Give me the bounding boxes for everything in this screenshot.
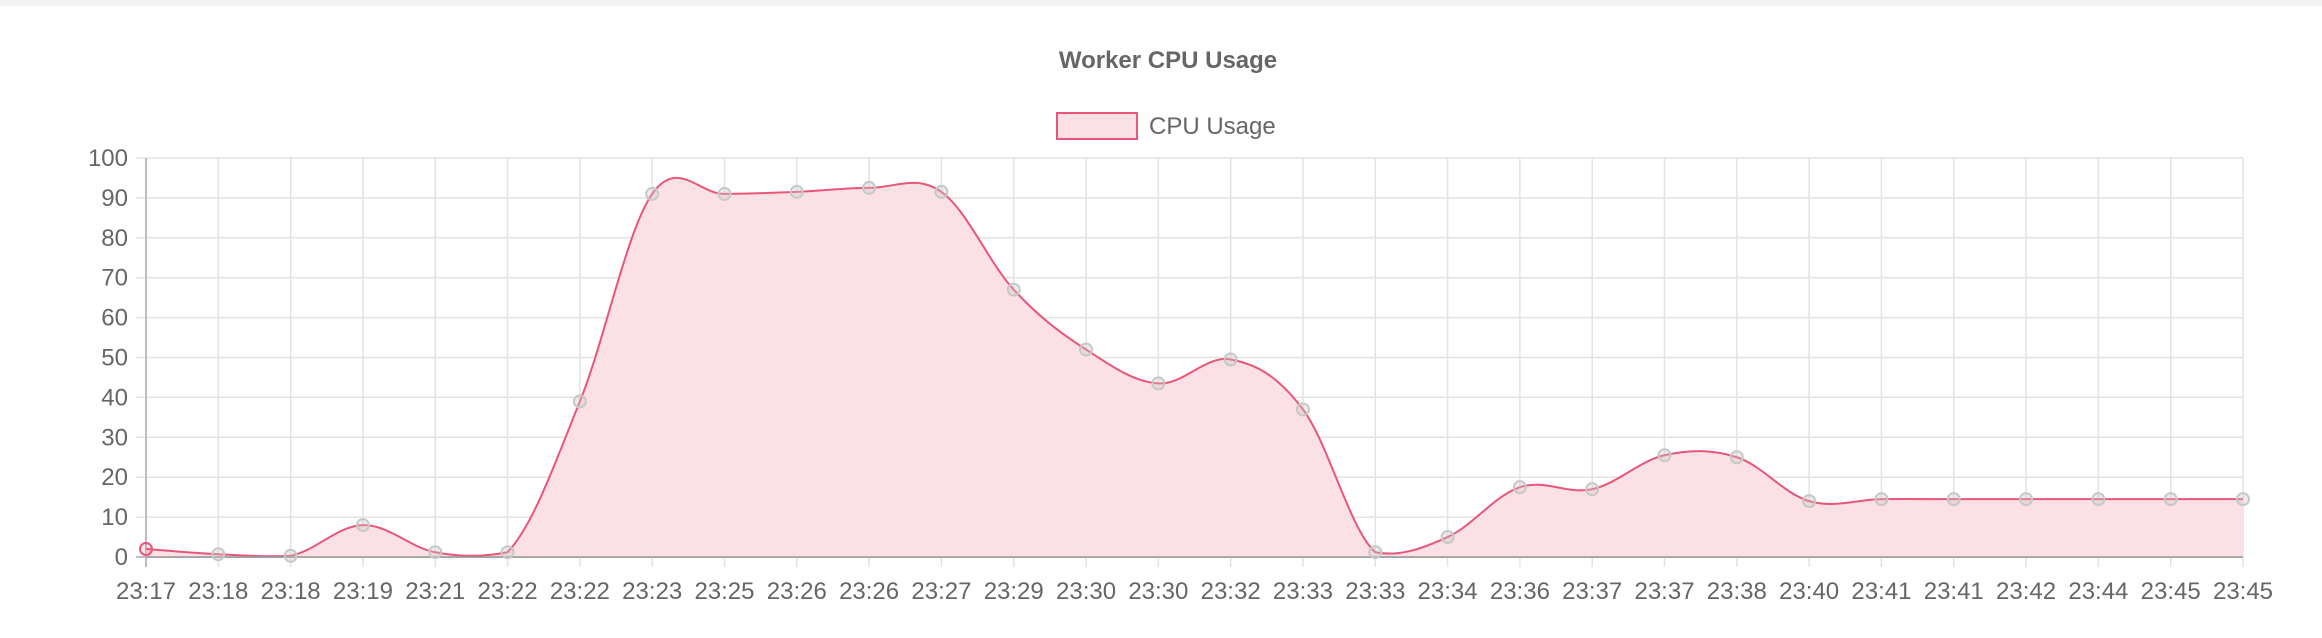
y-tick-label: 20 — [101, 464, 128, 491]
legend[interactable]: CPU Usage — [1056, 112, 1276, 140]
data-point[interactable] — [645, 186, 660, 201]
data-point[interactable] — [2236, 492, 2250, 507]
data-point[interactable] — [355, 518, 370, 533]
x-tick-label: 23:23 — [622, 578, 682, 605]
legend-swatch — [1056, 112, 1138, 140]
data-point[interactable] — [862, 180, 877, 195]
area-layer — [145, 176, 2243, 558]
data-point[interactable] — [428, 545, 443, 560]
x-tick-label: 23:33 — [1345, 578, 1405, 605]
data-point[interactable] — [139, 542, 153, 557]
x-tick-label: 23:32 — [1201, 578, 1261, 605]
y-tick-label: 10 — [101, 504, 128, 531]
x-tick-label: 23:19 — [333, 578, 393, 605]
data-point[interactable] — [1874, 492, 1889, 507]
data-point[interactable] — [2019, 492, 2034, 507]
data-point[interactable] — [1657, 448, 1672, 463]
x-tick-label: 23:45 — [2141, 578, 2201, 605]
y-tick-label: 60 — [101, 305, 128, 332]
x-tick-label: 23:30 — [1056, 578, 1116, 605]
series-area-fill — [146, 177, 2243, 557]
data-point[interactable] — [572, 394, 587, 409]
x-tick-label: 23:25 — [694, 578, 754, 605]
legend-label: CPU Usage — [1149, 113, 1276, 140]
x-tick-label: 23:38 — [1707, 578, 1767, 605]
x-tick-label: 23:30 — [1128, 578, 1188, 605]
data-point[interactable] — [1368, 545, 1383, 560]
x-tick-label: 23:36 — [1490, 578, 1550, 605]
y-tick-label: 50 — [101, 345, 128, 372]
y-tick-label: 0 — [115, 544, 128, 571]
x-tick-label: 23:27 — [911, 578, 971, 605]
data-point[interactable] — [1079, 342, 1094, 357]
x-tick-label: 23:34 — [1418, 578, 1478, 605]
y-tick-label: 70 — [101, 265, 128, 292]
x-tick-label: 23:37 — [1634, 578, 1694, 605]
y-tick-label: 90 — [101, 185, 128, 212]
x-tick-label: 23:22 — [550, 578, 610, 605]
data-point[interactable] — [717, 186, 732, 201]
data-point[interactable] — [1295, 402, 1310, 417]
data-point[interactable] — [500, 545, 515, 560]
x-tick-label: 23:41 — [1851, 578, 1911, 605]
x-tick-label: 23:22 — [478, 578, 538, 605]
data-point[interactable] — [211, 547, 226, 562]
x-tick-label: 23:44 — [2068, 578, 2128, 605]
x-tick-label: 23:45 — [2213, 578, 2273, 605]
x-tick-label: 23:18 — [188, 578, 248, 605]
data-point[interactable] — [789, 184, 804, 199]
x-tick-label: 23:40 — [1779, 578, 1839, 605]
y-tick-label: 80 — [101, 225, 128, 252]
y-tick-label: 40 — [101, 384, 128, 411]
data-point[interactable] — [1585, 482, 1600, 497]
data-point[interactable] — [1946, 492, 1961, 507]
data-point[interactable] — [1006, 282, 1021, 297]
x-tick-label: 23:17 — [116, 578, 176, 605]
x-tick-label: 23:26 — [767, 578, 827, 605]
x-tick-label: 23:33 — [1273, 578, 1333, 605]
x-tick-label: 23:37 — [1562, 578, 1622, 605]
data-point[interactable] — [1512, 480, 1527, 495]
data-point[interactable] — [1802, 494, 1817, 509]
data-point[interactable] — [1729, 450, 1744, 465]
x-tick-label: 23:29 — [984, 578, 1044, 605]
x-tick-label: 23:18 — [261, 578, 321, 605]
x-tick-label: 23:42 — [1996, 578, 2056, 605]
data-point[interactable] — [2091, 492, 2106, 507]
data-point[interactable] — [283, 548, 298, 563]
y-tick-label: 100 — [88, 145, 128, 172]
x-axis-ticks: 23:17 23:18 23:18 23:19 23:21 23:22 23:22 23:23… — [116, 578, 2273, 605]
chart-title: Worker CPU Usage — [1059, 47, 1277, 74]
data-point[interactable] — [1223, 352, 1238, 367]
data-point[interactable] — [1151, 376, 1166, 391]
data-point[interactable] — [1440, 530, 1455, 545]
x-tick-label: 23:26 — [839, 578, 899, 605]
cpu-usage-chart: Worker CPU Usage CPU Usage 0 10 20 30 40 50 60… — [88, 47, 2273, 605]
y-tick-label: 30 — [101, 424, 128, 451]
x-tick-label: 23:41 — [1924, 578, 1984, 605]
data-point[interactable] — [934, 184, 949, 199]
data-point[interactable] — [2163, 492, 2178, 507]
y-axis-ticks: 0 10 20 30 40 50 60 70 80 90 100 — [88, 145, 128, 571]
x-tick-label: 23:21 — [405, 578, 465, 605]
